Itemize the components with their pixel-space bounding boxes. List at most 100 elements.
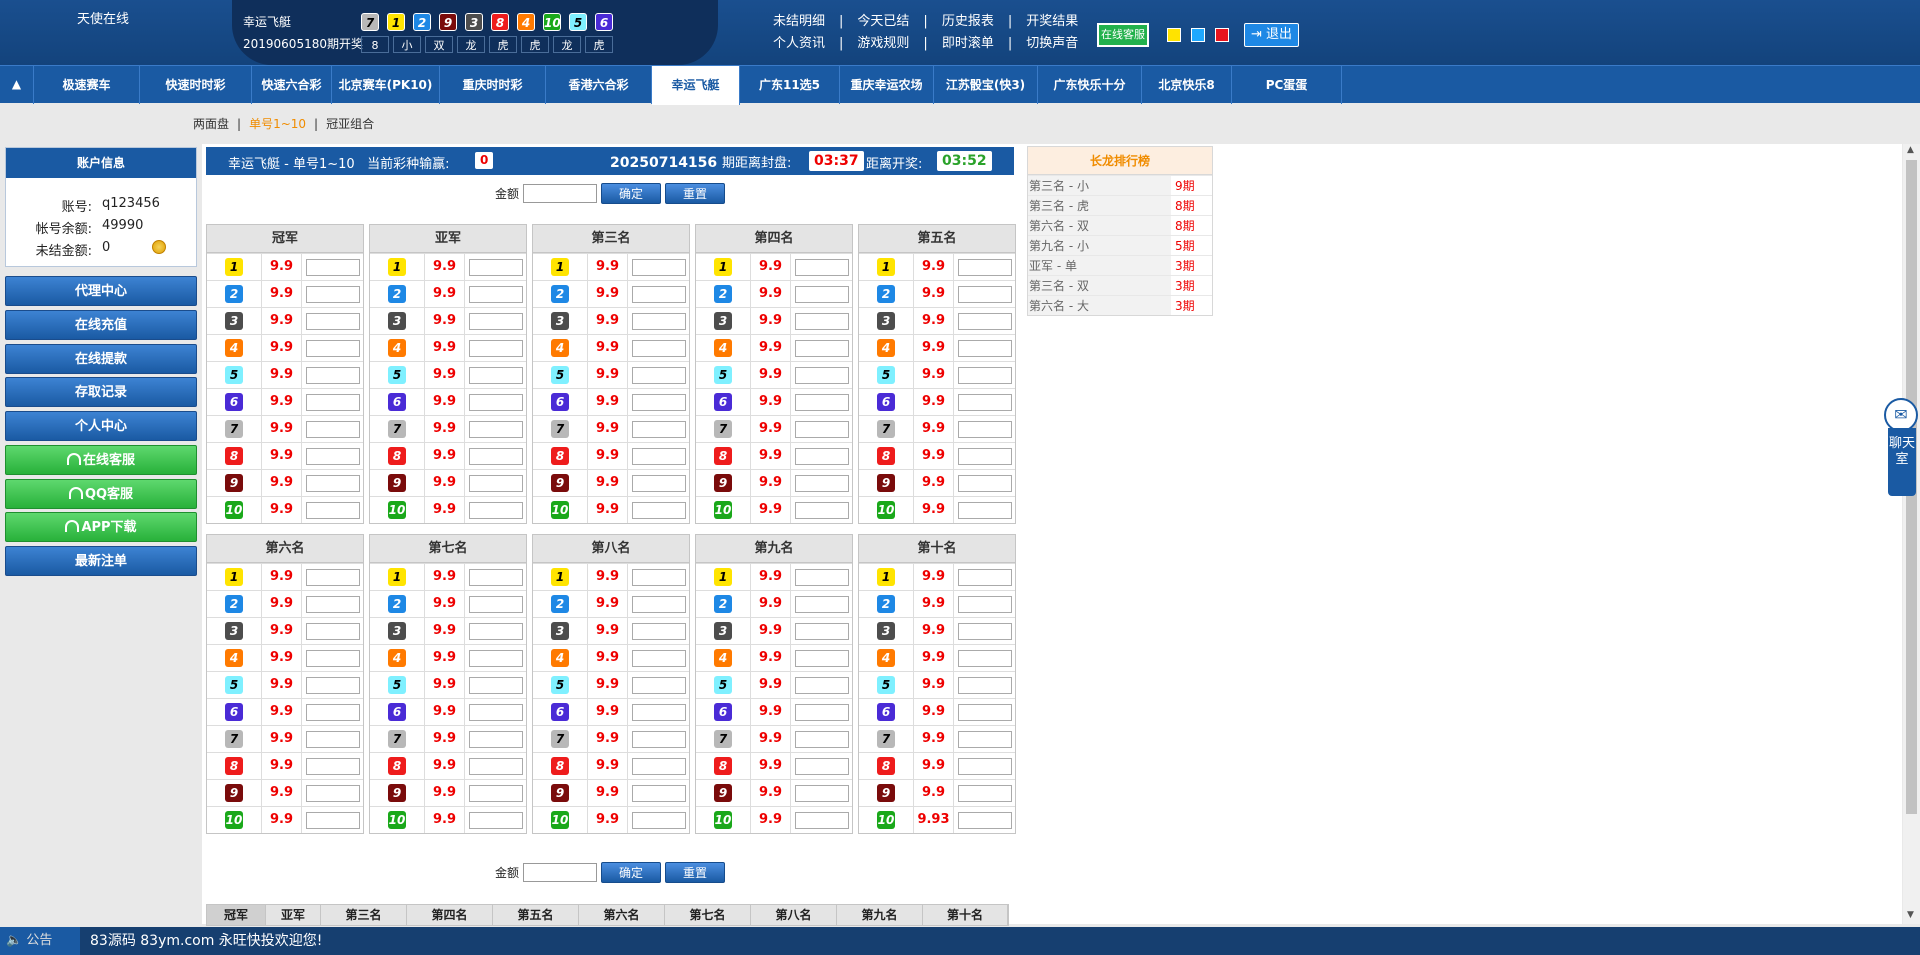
bet-amount-input[interactable] <box>631 757 686 775</box>
bet-amount-input[interactable] <box>631 649 686 667</box>
confirm-button[interactable]: 确定 <box>601 183 662 204</box>
bet-amount-input[interactable] <box>468 501 523 519</box>
bet-amount-input[interactable] <box>794 757 849 775</box>
bet-amount-input[interactable] <box>957 339 1012 357</box>
bet-amount-input[interactable] <box>305 730 360 748</box>
bet-row[interactable]: 4 9.9 <box>696 644 852 671</box>
bet-amount-input[interactable] <box>957 474 1012 492</box>
bet-amount-input[interactable] <box>468 757 523 775</box>
bet-amount-input[interactable] <box>305 676 360 694</box>
bet-amount-input[interactable] <box>794 474 849 492</box>
bet-amount-input[interactable] <box>305 757 360 775</box>
bet-amount-input[interactable] <box>957 595 1012 613</box>
latest-bets-button[interactable]: 最新注单 <box>5 546 197 576</box>
bet-amount-input[interactable] <box>305 339 360 357</box>
scroll-down-icon[interactable]: ▼ <box>1907 910 1914 920</box>
bet-row[interactable]: 8 9.9 <box>859 442 1015 469</box>
bet-row[interactable]: 9 9.9 <box>370 779 526 806</box>
withdraw-button[interactable]: 在线提款 <box>5 344 197 374</box>
bet-row[interactable]: 3 9.9 <box>207 307 363 334</box>
bet-row[interactable]: 2 9.9 <box>533 280 689 307</box>
bet-amount-input[interactable] <box>794 811 849 829</box>
bet-row[interactable]: 4 9.9 <box>533 334 689 361</box>
nav-tab[interactable]: 北京赛车(PK10) <box>332 66 440 104</box>
bet-amount-input[interactable] <box>468 258 523 276</box>
bet-amount-input[interactable] <box>794 730 849 748</box>
bet-row[interactable]: 6 9.9 <box>859 698 1015 725</box>
bet-row[interactable]: 7 9.9 <box>696 725 852 752</box>
bet-row[interactable]: 4 9.9 <box>533 644 689 671</box>
bet-row[interactable]: 5 9.9 <box>696 671 852 698</box>
bet-amount-input[interactable] <box>957 784 1012 802</box>
bet-amount-input[interactable] <box>631 393 686 411</box>
bet-amount-input[interactable] <box>957 501 1012 519</box>
bet-amount-input[interactable] <box>305 447 360 465</box>
bet-amount-input[interactable] <box>794 447 849 465</box>
reset-button[interactable]: 重置 <box>665 862 726 883</box>
bet-amount-input[interactable] <box>631 366 686 384</box>
bet-amount-input[interactable] <box>305 649 360 667</box>
bet-row[interactable]: 3 9.9 <box>370 307 526 334</box>
bet-row[interactable]: 7 9.9 <box>370 415 526 442</box>
bet-row[interactable]: 5 9.9 <box>207 671 363 698</box>
bet-row[interactable]: 2 9.9 <box>370 590 526 617</box>
bet-row[interactable]: 8 9.9 <box>207 752 363 779</box>
bet-row[interactable]: 2 9.9 <box>207 590 363 617</box>
bet-amount-input[interactable] <box>957 811 1012 829</box>
bet-row[interactable]: 9 9.9 <box>859 469 1015 496</box>
bet-amount-input[interactable] <box>794 649 849 667</box>
bet-row[interactable]: 10 9.93 <box>859 806 1015 833</box>
logout-button[interactable]: ⇥ 退出 <box>1244 23 1299 47</box>
bet-amount-input[interactable] <box>305 568 360 586</box>
nav-tab[interactable]: 广东快乐十分 <box>1038 66 1142 104</box>
bet-row[interactable]: 1 9.9 <box>696 253 852 280</box>
top-link[interactable]: 开奖结果 <box>1026 11 1078 33</box>
subnav-two-sides[interactable]: 两面盘 <box>193 117 229 131</box>
bet-amount-input[interactable] <box>305 703 360 721</box>
bet-amount-input[interactable] <box>468 784 523 802</box>
bet-amount-input[interactable] <box>957 649 1012 667</box>
bet-row[interactable]: 8 9.9 <box>370 752 526 779</box>
nav-tab[interactable]: 江苏骰宝(快3) <box>934 66 1038 104</box>
bet-amount-input[interactable] <box>468 811 523 829</box>
subnav-single-numbers[interactable]: 单号1~10 <box>249 117 306 131</box>
bet-amount-input[interactable] <box>305 312 360 330</box>
bet-row[interactable]: 10 9.9 <box>696 496 852 523</box>
app-download-button[interactable]: APP下载 <box>5 512 197 542</box>
bet-amount-input[interactable] <box>631 258 686 276</box>
bet-row[interactable]: 9 9.9 <box>696 469 852 496</box>
bet-amount-input[interactable] <box>468 447 523 465</box>
bet-amount-input[interactable] <box>794 420 849 438</box>
bet-amount-input[interactable] <box>468 568 523 586</box>
top-link[interactable]: 今天已结 <box>857 11 909 33</box>
bet-row[interactable]: 9 9.9 <box>207 469 363 496</box>
bet-amount-input[interactable] <box>468 312 523 330</box>
bet-row[interactable]: 3 9.9 <box>207 617 363 644</box>
bet-amount-input[interactable] <box>468 339 523 357</box>
position-tab[interactable]: 第九名 <box>837 905 923 925</box>
nav-tab[interactable]: 重庆幸运农场 <box>840 66 934 104</box>
bet-row[interactable]: 6 9.9 <box>696 698 852 725</box>
bet-row[interactable]: 4 9.9 <box>859 334 1015 361</box>
bet-row[interactable]: 3 9.9 <box>696 307 852 334</box>
bet-row[interactable]: 9 9.9 <box>207 779 363 806</box>
top-link[interactable]: 即时滚单 <box>942 33 994 55</box>
reset-button[interactable]: 重置 <box>665 183 726 204</box>
bet-amount-input[interactable] <box>957 312 1012 330</box>
refresh-icon[interactable] <box>152 240 166 254</box>
bet-row[interactable]: 10 9.9 <box>370 806 526 833</box>
bet-row[interactable]: 5 9.9 <box>370 671 526 698</box>
bet-row[interactable]: 1 9.9 <box>859 253 1015 280</box>
nav-tab[interactable]: 北京快乐8 <box>1142 66 1232 104</box>
position-tab[interactable]: 冠军 <box>207 905 266 925</box>
position-tab[interactable]: 第八名 <box>751 905 837 925</box>
top-link[interactable]: 个人资讯 <box>773 33 825 55</box>
bet-row[interactable]: 4 9.9 <box>370 644 526 671</box>
position-tab[interactable]: 第三名 <box>321 905 407 925</box>
bet-amount-input[interactable] <box>305 474 360 492</box>
bet-amount-input[interactable] <box>794 676 849 694</box>
bet-row[interactable]: 3 9.9 <box>859 617 1015 644</box>
bet-amount-input[interactable] <box>468 703 523 721</box>
bet-row[interactable]: 8 9.9 <box>533 752 689 779</box>
qq-service-button[interactable]: QQ客服 <box>5 479 197 509</box>
